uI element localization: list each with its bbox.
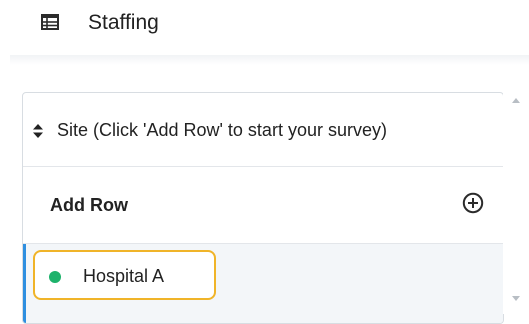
scrollbar[interactable] (503, 92, 529, 314)
add-circle-icon[interactable] (462, 192, 484, 214)
status-dot-icon (49, 271, 61, 283)
header-divider (10, 55, 529, 65)
add-row-bar[interactable]: Add Row (23, 167, 503, 244)
add-row-label: Add Row (50, 195, 128, 215)
scroll-up-arrow-icon[interactable] (512, 98, 520, 103)
site-item-hospital-a[interactable]: Hospital A (33, 250, 216, 300)
table-icon (41, 14, 59, 30)
site-column-header[interactable]: Site (Click 'Add Row' to start your surv… (23, 93, 503, 167)
scroll-down-arrow-icon[interactable] (512, 296, 520, 301)
site-list-panel: Site (Click 'Add Row' to start your surv… (22, 92, 504, 324)
site-column-label: Site (Click 'Add Row' to start your surv… (57, 120, 387, 140)
page-title: Staffing (88, 11, 159, 34)
site-item-label: Hospital A (83, 266, 165, 286)
sort-icon[interactable] (33, 124, 43, 138)
page-header: Staffing (0, 0, 529, 52)
list-item[interactable]: Hospital A (23, 244, 503, 323)
